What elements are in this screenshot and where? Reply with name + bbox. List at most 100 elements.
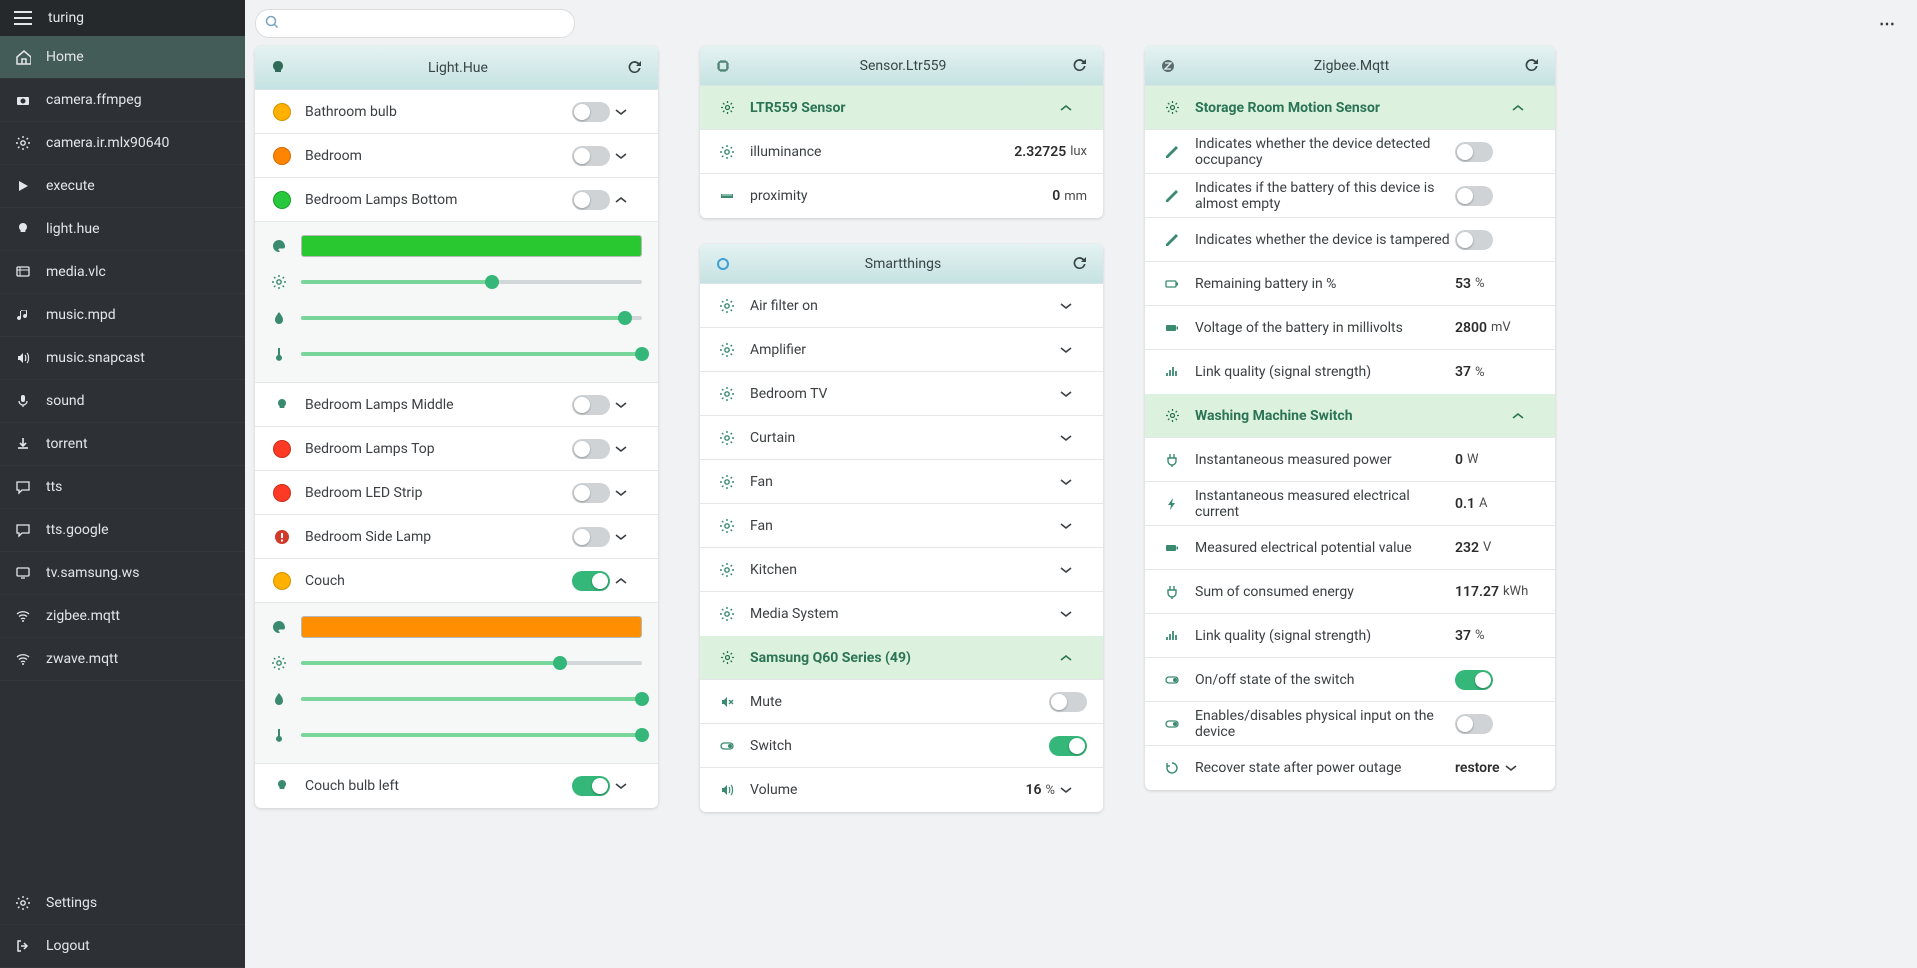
chevron-down-icon[interactable] xyxy=(614,108,642,116)
sidebar-item-tts[interactable]: tts xyxy=(0,466,245,509)
sidebar-item-light-hue[interactable]: light.hue xyxy=(0,208,245,251)
chevron-down-icon[interactable] xyxy=(614,152,642,160)
sidebar-item-zwave-mqtt[interactable]: zwave.mqtt xyxy=(0,638,245,681)
toggle-switch[interactable] xyxy=(572,146,610,166)
toggle-icon xyxy=(716,738,738,754)
toggle-switch[interactable] xyxy=(572,190,610,210)
chevron-up-icon[interactable] xyxy=(1511,104,1539,112)
toggle-switch[interactable] xyxy=(572,527,610,547)
refresh-icon[interactable] xyxy=(627,60,642,75)
chevron-down-icon[interactable] xyxy=(1059,346,1087,354)
sidebar-item-music-mpd[interactable]: music.mpd xyxy=(0,294,245,337)
smart-group[interactable]: Air filter on xyxy=(700,284,1103,328)
brightness-slider[interactable] xyxy=(301,280,642,284)
chevron-up-icon[interactable] xyxy=(614,577,642,585)
chevron-down-icon[interactable] xyxy=(1059,610,1087,618)
toggle-switch[interactable] xyxy=(1455,142,1493,162)
light-row[interactable]: Bedroom Lamps Top xyxy=(255,427,658,471)
toggle-switch[interactable] xyxy=(1049,736,1087,756)
refresh-icon[interactable] xyxy=(1524,58,1539,73)
sidebar-item-logout[interactable]: Logout xyxy=(0,925,245,968)
toggle-switch[interactable] xyxy=(572,483,610,503)
sidebar-item-tv-samsung-ws[interactable]: tv.samsung.ws xyxy=(0,552,245,595)
chevron-down-icon[interactable] xyxy=(1059,478,1087,486)
sidebar-item-camera-ir-mlx90640[interactable]: camera.ir.mlx90640 xyxy=(0,122,245,165)
refresh-icon[interactable] xyxy=(1072,58,1087,73)
chevron-down-icon[interactable] xyxy=(614,782,642,790)
samsung-row: Mute xyxy=(700,680,1103,724)
washing-group-header[interactable]: Washing Machine Switch xyxy=(1145,394,1555,438)
smart-group[interactable]: Amplifier xyxy=(700,328,1103,372)
light-row[interactable]: Bedroom Lamps Middle xyxy=(255,383,658,427)
card-sensor: Sensor.Ltr559 LTR559 Sensor xyxy=(700,46,1103,218)
light-row[interactable]: Couch bulb left xyxy=(255,764,658,808)
light-row[interactable]: Bedroom Lamps Bottom xyxy=(255,178,658,222)
sensor-group-header[interactable]: LTR559 Sensor xyxy=(700,86,1103,130)
chevron-up-icon[interactable] xyxy=(1059,104,1087,112)
sidebar-item-sound[interactable]: sound xyxy=(0,380,245,423)
color-bar[interactable] xyxy=(301,616,642,638)
refresh-icon[interactable] xyxy=(1072,256,1087,271)
gear-icon xyxy=(716,562,738,578)
sidebar-item-tts-google[interactable]: tts.google xyxy=(0,509,245,552)
sidebar-item-torrent[interactable]: torrent xyxy=(0,423,245,466)
smart-group[interactable]: Kitchen xyxy=(700,548,1103,592)
main: ⋯ Light.Hue Bathroom bulbBedroomBedroom xyxy=(245,0,1917,968)
chevron-down-icon[interactable] xyxy=(1504,764,1532,772)
motion-group-header[interactable]: Storage Room Motion Sensor xyxy=(1145,86,1555,130)
sidebar-item-zigbee-mqtt[interactable]: zigbee.mqtt xyxy=(0,595,245,638)
temperature-slider[interactable] xyxy=(301,352,642,356)
smart-group[interactable]: Bedroom TV xyxy=(700,372,1103,416)
sidebar-item-media-vlc[interactable]: media.vlc xyxy=(0,251,245,294)
toggle-switch[interactable] xyxy=(572,776,610,796)
sidebar-item-label: torrent xyxy=(46,436,88,452)
sidebar-item-execute[interactable]: execute xyxy=(0,165,245,208)
light-row[interactable]: Bedroom LED Strip xyxy=(255,471,658,515)
smart-group[interactable]: Media System xyxy=(700,592,1103,636)
chevron-down-icon[interactable] xyxy=(1059,566,1087,574)
sidebar-item-camera-ffmpeg[interactable]: camera.ffmpeg xyxy=(0,79,245,122)
chevron-down-icon[interactable] xyxy=(614,489,642,497)
toggle-switch[interactable] xyxy=(572,102,610,122)
chevron-down-icon[interactable] xyxy=(1059,434,1087,442)
toggle-switch[interactable] xyxy=(1455,670,1493,690)
smart-group[interactable]: Curtain xyxy=(700,416,1103,460)
chevron-up-icon[interactable] xyxy=(1511,412,1539,420)
chevron-down-icon[interactable] xyxy=(1059,302,1087,310)
toggle-switch[interactable] xyxy=(1455,714,1493,734)
pencil-icon xyxy=(1161,232,1183,248)
sidebar-item-music-snapcast[interactable]: music.snapcast xyxy=(0,337,245,380)
toggle-switch[interactable] xyxy=(1455,186,1493,206)
sidebar-item-settings[interactable]: Settings xyxy=(0,882,245,925)
samsung-group-header[interactable]: Samsung Q60 Series (49) xyxy=(700,636,1103,680)
chevron-up-icon[interactable] xyxy=(614,196,642,204)
temperature-slider[interactable] xyxy=(301,733,642,737)
search-input[interactable] xyxy=(255,9,575,38)
brightness-slider[interactable] xyxy=(301,661,642,665)
toggle-switch[interactable] xyxy=(1049,692,1087,712)
sidebar-item-Home[interactable]: Home xyxy=(0,36,245,79)
chevron-down-icon[interactable] xyxy=(614,401,642,409)
chevron-down-icon[interactable] xyxy=(1059,390,1087,398)
toggle-switch[interactable] xyxy=(572,571,610,591)
palette-icon xyxy=(271,238,289,254)
toggle-switch[interactable] xyxy=(572,395,610,415)
light-row[interactable]: Bedroom xyxy=(255,134,658,178)
light-row[interactable]: Couch xyxy=(255,559,658,603)
chevron-down-icon[interactable] xyxy=(1059,786,1087,794)
chevron-down-icon[interactable] xyxy=(614,533,642,541)
smart-group[interactable]: Fan xyxy=(700,504,1103,548)
light-row[interactable]: Bathroom bulb xyxy=(255,90,658,134)
color-bar[interactable] xyxy=(301,235,642,257)
toggle-switch[interactable] xyxy=(1455,230,1493,250)
chevron-down-icon[interactable] xyxy=(614,445,642,453)
topbar-menu-icon[interactable]: ⋯ xyxy=(1873,8,1901,39)
saturation-slider[interactable] xyxy=(301,697,642,701)
chevron-down-icon[interactable] xyxy=(1059,522,1087,530)
menu-icon[interactable] xyxy=(14,11,32,25)
saturation-slider[interactable] xyxy=(301,316,642,320)
toggle-switch[interactable] xyxy=(572,439,610,459)
smart-group[interactable]: Fan xyxy=(700,460,1103,504)
chevron-up-icon[interactable] xyxy=(1059,654,1087,662)
light-row[interactable]: Bedroom Side Lamp xyxy=(255,515,658,559)
